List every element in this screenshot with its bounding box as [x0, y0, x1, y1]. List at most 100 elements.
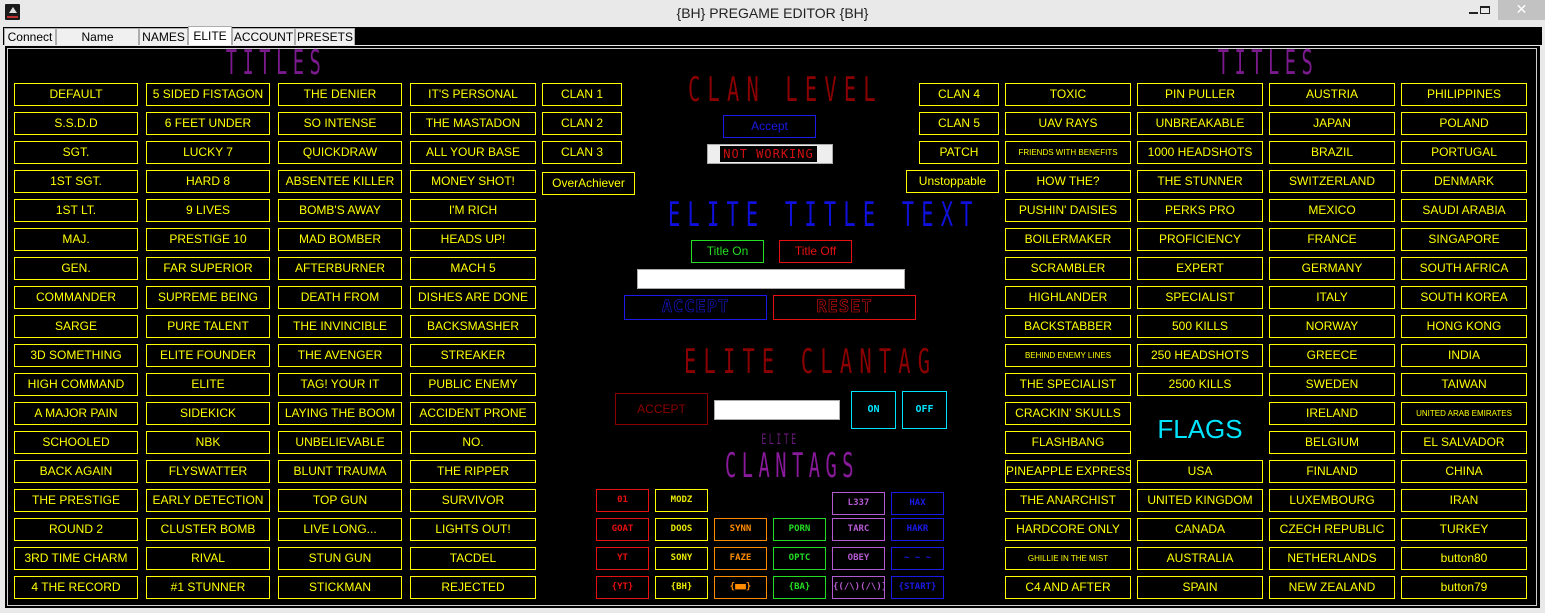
flag-button-usa[interactable]: USA [1137, 460, 1263, 483]
clantag-button-item[interactable]: ~ ~ ~ [891, 547, 944, 570]
title-button-3rd-time-charm[interactable]: 3RD TIME CHARM [14, 547, 138, 570]
title-button-afterburner[interactable]: AFTERBURNER [278, 257, 402, 280]
elite-title-input[interactable] [637, 269, 905, 289]
tab-names[interactable]: NAMES [139, 28, 188, 46]
clantag-button-sony[interactable]: SONY [655, 547, 708, 570]
title-button-top-gun[interactable]: TOP GUN [278, 489, 402, 512]
title-button-france[interactable]: FRANCE [1269, 228, 1395, 251]
title-button-1st-sgt[interactable]: 1ST SGT. [14, 170, 138, 193]
clantag-button-synn[interactable]: SYNN [714, 518, 767, 541]
title-button-lights-out[interactable]: LIGHTS OUT! [410, 518, 536, 541]
clan-2-button[interactable]: CLAN 2 [542, 112, 622, 135]
title-button-the-prestige[interactable]: THE PRESTIGE [14, 489, 138, 512]
title-button-unbreakable[interactable]: UNBREAKABLE [1137, 112, 1263, 135]
title-button-the-specialist[interactable]: THE SPECIALIST [1005, 373, 1131, 396]
title-button-pin-puller[interactable]: PIN PULLER [1137, 83, 1263, 106]
title-button-south-africa[interactable]: SOUTH AFRICA [1401, 257, 1527, 280]
title-button-germany[interactable]: GERMANY [1269, 257, 1395, 280]
title-button-1st-lt[interactable]: 1ST LT. [14, 199, 138, 222]
title-button-austria[interactable]: AUSTRIA [1269, 83, 1395, 106]
clantag-button-bh[interactable]: {BH} [655, 576, 708, 599]
title-button-250-headshots[interactable]: 250 HEADSHOTS [1137, 344, 1263, 367]
title-button-laying-the-boom[interactable]: LAYING THE BOOM [278, 402, 402, 425]
title-button-no[interactable]: NO. [410, 431, 536, 454]
title-button-3d-something[interactable]: 3D SOMETHING [14, 344, 138, 367]
title-button-denmark[interactable]: DENMARK [1401, 170, 1527, 193]
title-button-hard-8[interactable]: HARD 8 [146, 170, 270, 193]
clan-4-button[interactable]: CLAN 4 [919, 83, 999, 106]
title-button-streaker[interactable]: STREAKER [410, 344, 536, 367]
title-button-el-salvador[interactable]: EL SALVADOR [1401, 431, 1527, 454]
title-button-sgt[interactable]: SGT. [14, 141, 138, 164]
clantag-button-porn[interactable]: PORN [773, 518, 826, 541]
title-button-pushin-daisies[interactable]: PUSHIN' DAISIES [1005, 199, 1131, 222]
clantag-button-01[interactable]: 01 [596, 489, 649, 512]
title-button-early-detection[interactable]: EARLY DETECTION [146, 489, 270, 512]
title-button-1000-headshots[interactable]: 1000 HEADSHOTS [1137, 141, 1263, 164]
title-button-perks-pro[interactable]: PERKS PRO [1137, 199, 1263, 222]
title-button-live-long[interactable]: LIVE LONG... [278, 518, 402, 541]
title-button-bomb-s-away[interactable]: BOMB'S AWAY [278, 199, 402, 222]
title-button-c4-and-after[interactable]: C4 AND AFTER [1005, 576, 1131, 599]
title-button-the-avenger[interactable]: THE AVENGER [278, 344, 402, 367]
title-button-boilermaker[interactable]: BOILERMAKER [1005, 228, 1131, 251]
flag-button-canada[interactable]: CANADA [1137, 518, 1263, 541]
title-button-supreme-being[interactable]: SUPREME BEING [146, 286, 270, 309]
title-on-button[interactable]: Title On [691, 240, 764, 263]
clantag-button-faze[interactable]: FAZE [714, 547, 767, 570]
title-button-specialist[interactable]: SPECIALIST [1137, 286, 1263, 309]
flag-button-australia[interactable]: AUSTRALIA [1137, 547, 1263, 570]
title-button-unbelievable[interactable]: UNBELIEVABLE [278, 431, 402, 454]
title-button-round-2[interactable]: ROUND 2 [14, 518, 138, 541]
title-button-luxembourg[interactable]: LUXEMBOURG [1269, 489, 1395, 512]
title-button-new-zealand[interactable]: NEW ZEALAND [1269, 576, 1395, 599]
title-button-rejected[interactable]: REJECTED [410, 576, 536, 599]
title-button-6-feet-under[interactable]: 6 FEET UNDER [146, 112, 270, 135]
title-button-far-superior[interactable]: FAR SUPERIOR [146, 257, 270, 280]
title-button-pineapple-express[interactable]: PINEAPPLE EXPRESS [1005, 460, 1131, 483]
clantag-button-goat[interactable]: GOAT [596, 518, 649, 541]
title-button-china[interactable]: CHINA [1401, 460, 1527, 483]
title-button-money-shot[interactable]: MONEY SHOT! [410, 170, 536, 193]
clan-5-button[interactable]: CLAN 5 [919, 112, 999, 135]
title-button-netherlands[interactable]: NETHERLANDS [1269, 547, 1395, 570]
title-button-stun-gun[interactable]: STUN GUN [278, 547, 402, 570]
clantag-button-l337[interactable]: L337 [832, 492, 885, 515]
title-button-dishes-are-done[interactable]: DISHES ARE DONE [410, 286, 536, 309]
clantag-button-hakr[interactable]: HAKR [891, 518, 944, 541]
title-button-hong-kong[interactable]: HONG KONG [1401, 315, 1527, 338]
title-button-prestige-10[interactable]: PRESTIGE 10 [146, 228, 270, 251]
title-button-a-major-pain[interactable]: A MAJOR PAIN [14, 402, 138, 425]
title-button-portugal[interactable]: PORTUGAL [1401, 141, 1527, 164]
title-button-singapore[interactable]: SINGAPORE [1401, 228, 1527, 251]
title-button-9-lives[interactable]: 9 LIVES [146, 199, 270, 222]
unstoppable-button[interactable]: Unstoppable [906, 170, 999, 193]
title-button-uav-rays[interactable]: UAV RAYS [1005, 112, 1131, 135]
title-button-5-sided-fistagon[interactable]: 5 SIDED FISTAGON [146, 83, 270, 106]
clantag-button-item[interactable]: {■■} [714, 576, 767, 599]
title-button-backsmasher[interactable]: BACKSMASHER [410, 315, 536, 338]
title-button-back-again[interactable]: BACK AGAIN [14, 460, 138, 483]
title-button-hardcore-only[interactable]: HARDCORE ONLY [1005, 518, 1131, 541]
title-button-button80[interactable]: button80 [1401, 547, 1527, 570]
title-button-so-intense[interactable]: SO INTENSE [278, 112, 402, 135]
title-button-italy[interactable]: ITALY [1269, 286, 1395, 309]
title-button-proficiency[interactable]: PROFICIENCY [1137, 228, 1263, 251]
title-button-ireland[interactable]: IRELAND [1269, 402, 1395, 425]
patch-button[interactable]: PATCH [919, 141, 999, 164]
title-button-behind-enemy-lines[interactable]: BEHIND ENEMY LINES [1005, 344, 1131, 367]
elite-title-accept-button[interactable]: ACCEPT [624, 295, 767, 320]
title-button-sidekick[interactable]: SIDEKICK [146, 402, 270, 425]
title-button-high-command[interactable]: HIGH COMMAND [14, 373, 138, 396]
title-button-4-the-record[interactable]: 4 THE RECORD [14, 576, 138, 599]
title-button-button79[interactable]: button79 [1401, 576, 1527, 599]
title-button-poland[interactable]: POLAND [1401, 112, 1527, 135]
title-button-flyswatter[interactable]: FLYSWATTER [146, 460, 270, 483]
title-button-philippines[interactable]: PHILIPPINES [1401, 83, 1527, 106]
clantag-button-ba[interactable]: {BA} [773, 576, 826, 599]
title-button-friends-with-benefits[interactable]: FRIENDS WITH BENEFITS [1005, 141, 1131, 164]
title-button-taiwan[interactable]: TAIWAN [1401, 373, 1527, 396]
title-button-brazil[interactable]: BRAZIL [1269, 141, 1395, 164]
clantag-button-doos[interactable]: DOOS [655, 518, 708, 541]
title-button-accident-prone[interactable]: ACCIDENT PRONE [410, 402, 536, 425]
